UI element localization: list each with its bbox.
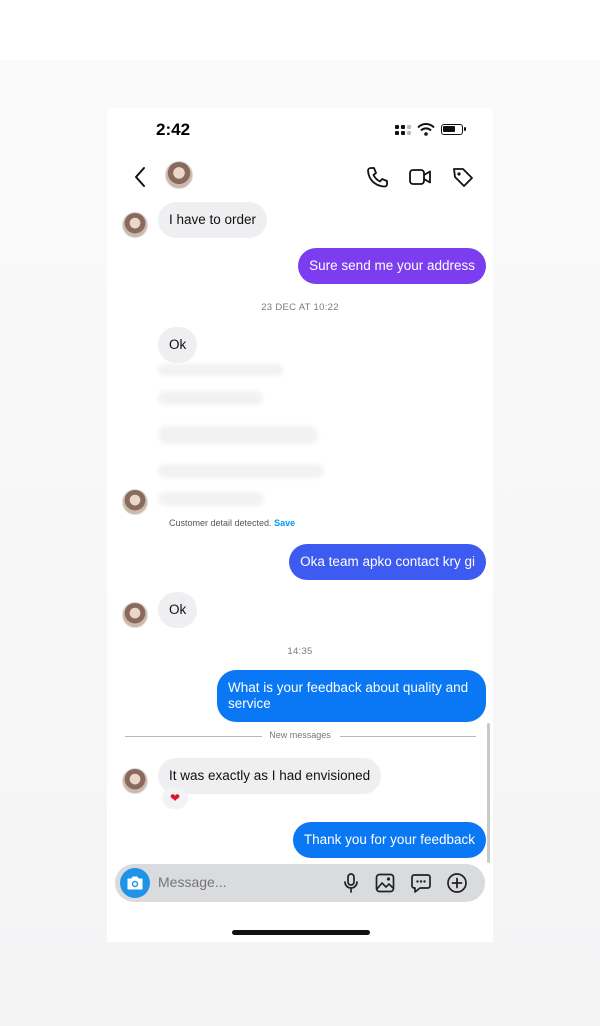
camera-icon	[127, 876, 143, 890]
tag-icon[interactable]	[450, 164, 476, 190]
divider-line	[340, 736, 476, 737]
top-margin	[0, 0, 600, 60]
detected-text: Customer detail detected.	[169, 518, 272, 528]
new-messages-label: New messages	[269, 730, 331, 740]
battery-icon	[441, 124, 466, 135]
redacted-content	[158, 492, 264, 506]
home-indicator[interactable]	[232, 930, 370, 935]
microphone-icon[interactable]	[340, 872, 362, 894]
contact-avatar-small	[122, 602, 148, 628]
contact-avatar-small	[122, 212, 148, 238]
contact-avatar[interactable]	[165, 161, 193, 189]
chat-header	[107, 158, 493, 198]
timestamp: 23 DEC AT 10:22	[261, 302, 339, 313]
back-arrow-icon[interactable]	[129, 164, 151, 190]
contact-avatar-small	[122, 768, 148, 794]
status-icons	[395, 123, 466, 136]
save-link[interactable]: Save	[274, 518, 295, 528]
message-outgoing: Thank you for your feedback	[292, 822, 486, 858]
message-incoming: I have to order	[158, 202, 268, 238]
heart-reaction-icon[interactable]: ❤	[162, 787, 188, 809]
contact-avatar-small	[122, 489, 148, 515]
message-outgoing: Sure send me your address	[298, 248, 486, 284]
video-icon[interactable]	[407, 164, 433, 190]
scrollbar[interactable]	[487, 723, 490, 863]
message-incoming: Ok	[158, 327, 198, 363]
message-input[interactable]	[158, 874, 328, 890]
gallery-icon[interactable]	[374, 872, 396, 894]
wifi-icon	[417, 123, 435, 136]
camera-button[interactable]	[120, 868, 150, 898]
message-incoming: Ok	[158, 592, 198, 628]
timestamp: 14:35	[287, 646, 313, 657]
phone-icon[interactable]	[364, 164, 390, 190]
message-incoming: It was exactly as I had envisioned	[158, 758, 382, 794]
signal-icon	[395, 124, 411, 135]
customer-detail-notice: Customer detail detected. Save	[169, 518, 295, 528]
message-outgoing: What is your feedback about quality and …	[217, 670, 486, 722]
sticker-icon[interactable]	[410, 872, 432, 894]
redacted-content	[158, 426, 318, 444]
redacted-content	[158, 464, 324, 478]
status-time: 2:42	[156, 120, 191, 139]
redacted-content	[158, 391, 263, 405]
phone-screen: 2:42 I have to order Sure send me your a…	[107, 108, 493, 942]
plus-circle-icon[interactable]	[446, 872, 468, 894]
redacted-content	[158, 364, 283, 376]
message-outgoing: Oka team apko contact kry gi	[289, 544, 486, 580]
message-composer[interactable]	[115, 864, 485, 902]
